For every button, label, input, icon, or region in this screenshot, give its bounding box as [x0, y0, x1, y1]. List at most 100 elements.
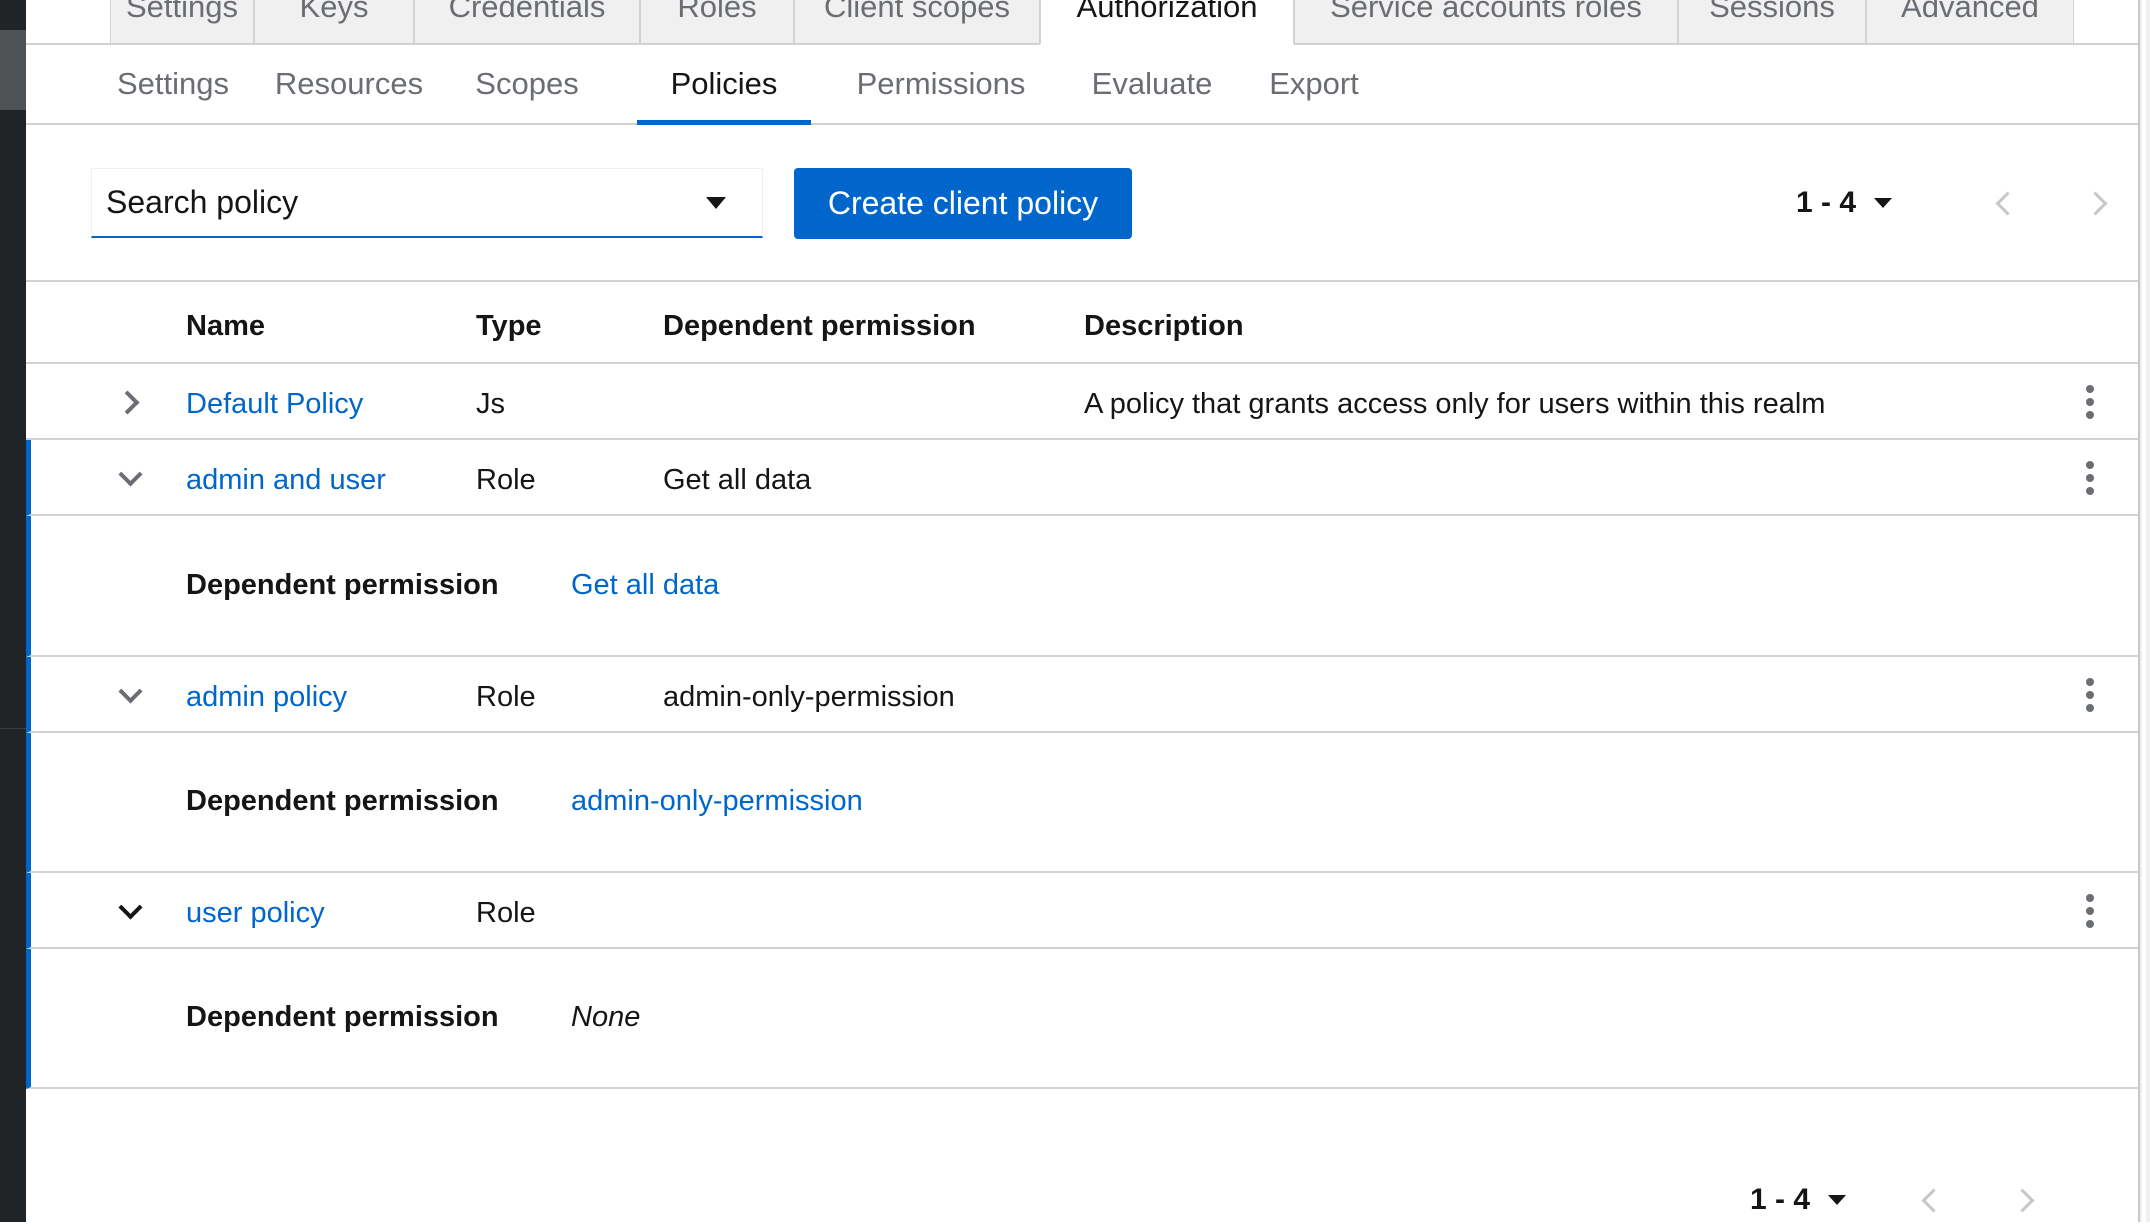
chevron-right-icon: [114, 389, 140, 415]
collapse-row-toggle[interactable]: [110, 891, 150, 931]
policy-type: Role: [476, 897, 536, 929]
pagination-count: 1 - 4: [1750, 1183, 1811, 1216]
policy-dependent-permission: admin-only-permission: [663, 681, 955, 713]
per-page-toggle[interactable]: 1 - 4: [1796, 186, 1893, 220]
sidebar-active-indicator: [0, 30, 26, 110]
policies-toolbar: Search policy Create client policy 1 - 4: [26, 125, 2138, 282]
table-row: Default Policy Js A policy that grants a…: [26, 364, 2138, 440]
subtab-label: Resources: [274, 66, 424, 101]
scrollbar[interactable]: [2138, 0, 2150, 1222]
kebab-dot: [2086, 920, 2094, 928]
tab-roles[interactable]: Roles: [640, 0, 794, 43]
dependent-permission-link[interactable]: Get all data: [571, 569, 719, 602]
table-row: admin and user Role Get all data: [26, 440, 2138, 516]
subtab-export[interactable]: Export: [1238, 45, 1390, 123]
subtab-resources[interactable]: Resources: [254, 45, 444, 123]
collapse-row-toggle[interactable]: [110, 458, 150, 498]
previous-page-button[interactable]: [1900, 1170, 1960, 1230]
per-page-toggle[interactable]: 1 - 4: [1750, 1170, 1847, 1230]
column-header-description[interactable]: Description: [1084, 310, 1244, 343]
dependent-permission-link[interactable]: admin-only-permission: [571, 785, 863, 818]
kebab-dot: [2086, 474, 2094, 482]
subtab-settings[interactable]: Settings: [92, 45, 254, 123]
nav-sidebar-edge: [0, 0, 26, 1222]
pagination-top: 1 - 4: [1796, 173, 2126, 233]
row-actions-kebab[interactable]: [2070, 891, 2110, 931]
subtab-label: Evaluate: [1091, 66, 1213, 101]
previous-page-button[interactable]: [1974, 173, 2034, 233]
tab-label: Advanced: [1901, 0, 2039, 24]
tab-label: Service accounts roles: [1330, 0, 1642, 24]
row-actions-kebab[interactable]: [2070, 382, 2110, 422]
tab-settings[interactable]: Settings: [110, 0, 254, 43]
kebab-dot: [2086, 907, 2094, 915]
kebab-dot: [2086, 894, 2094, 902]
authorization-subtabs: Settings Resources Scopes Policies Permi…: [26, 45, 2138, 125]
kebab-dot: [2086, 411, 2094, 419]
table-row: user policy Role: [26, 873, 2138, 949]
tab-advanced[interactable]: Advanced: [1866, 0, 2074, 43]
subtab-label: Export: [1269, 66, 1359, 101]
subtab-evaluate[interactable]: Evaluate: [1066, 45, 1238, 123]
policy-name-link[interactable]: user policy: [186, 897, 325, 930]
tab-label: Settings: [125, 0, 238, 24]
search-policy-label: Search policy: [106, 184, 299, 220]
table-row: admin policy Role admin-only-permission: [26, 657, 2138, 733]
policy-name-link[interactable]: admin policy: [186, 681, 347, 714]
scrollbar-thumb[interactable]: [2142, 0, 2146, 1222]
row-detail: Dependent permission None: [26, 949, 2138, 1089]
column-header-name[interactable]: Name: [186, 310, 265, 343]
subtab-permissions[interactable]: Permissions: [826, 45, 1056, 123]
next-page-button[interactable]: [2068, 173, 2128, 233]
chevron-down-icon: [117, 461, 143, 487]
row-actions-kebab[interactable]: [2070, 675, 2110, 715]
caret-down-icon: [706, 197, 726, 209]
subtab-policies[interactable]: Policies: [637, 45, 811, 125]
chevron-left-icon: [1994, 190, 2020, 216]
tab-sessions[interactable]: Sessions: [1678, 0, 1866, 43]
kebab-dot: [2086, 385, 2094, 393]
subtab-label: Permissions: [856, 66, 1026, 101]
caret-down-icon: [1874, 198, 1893, 208]
next-page-button[interactable]: [1995, 1170, 2055, 1230]
tab-client-scopes[interactable]: Client scopes: [794, 0, 1040, 43]
column-header-dependent-permission[interactable]: Dependent permission: [663, 310, 976, 343]
tab-label: Authorization: [1076, 0, 1258, 24]
subtab-label: Policies: [670, 66, 778, 101]
tab-label: Credentials: [448, 0, 606, 24]
subtab-scopes[interactable]: Scopes: [444, 45, 610, 123]
policy-type: Role: [476, 464, 536, 496]
collapse-row-toggle[interactable]: [110, 675, 150, 715]
policy-type: Role: [476, 681, 536, 713]
tab-keys[interactable]: Keys: [254, 0, 414, 43]
subtab-label: Scopes: [475, 66, 579, 101]
subtab-label: Settings: [116, 66, 229, 101]
chevron-right-icon: [2082, 190, 2108, 216]
pagination-count: 1 - 4: [1796, 186, 1857, 219]
search-policy-select[interactable]: Search policy: [91, 168, 763, 238]
expand-row-toggle[interactable]: [110, 382, 150, 422]
tab-label: Sessions: [1709, 0, 1835, 24]
detail-label: Dependent permission: [186, 1001, 499, 1033]
kebab-dot: [2086, 678, 2094, 686]
sidebar-divider: [0, 728, 26, 729]
policy-type: Js: [476, 388, 505, 420]
chevron-down-icon: [117, 678, 143, 704]
kebab-dot: [2086, 691, 2094, 699]
row-actions-kebab[interactable]: [2070, 458, 2110, 498]
policies-table: Name Type Dependent permission Descripti…: [26, 282, 2138, 1089]
policy-name-link[interactable]: Default Policy: [186, 388, 363, 421]
tab-label: Client scopes: [823, 0, 1011, 24]
detail-label: Dependent permission: [186, 569, 499, 601]
policy-name-link[interactable]: admin and user: [186, 464, 386, 497]
detail-label: Dependent permission: [186, 785, 499, 817]
tab-service-accounts-roles[interactable]: Service accounts roles: [1294, 0, 1678, 43]
tab-credentials[interactable]: Credentials: [414, 0, 640, 43]
kebab-dot: [2086, 487, 2094, 495]
column-header-type[interactable]: Type: [476, 310, 542, 343]
create-client-policy-button[interactable]: Create client policy: [794, 168, 1132, 239]
row-detail: Dependent permission Get all data: [26, 516, 2138, 657]
tab-authorization[interactable]: Authorization: [1040, 0, 1294, 45]
tab-label: Roles: [677, 0, 757, 24]
caret-down-icon: [1828, 1195, 1847, 1205]
